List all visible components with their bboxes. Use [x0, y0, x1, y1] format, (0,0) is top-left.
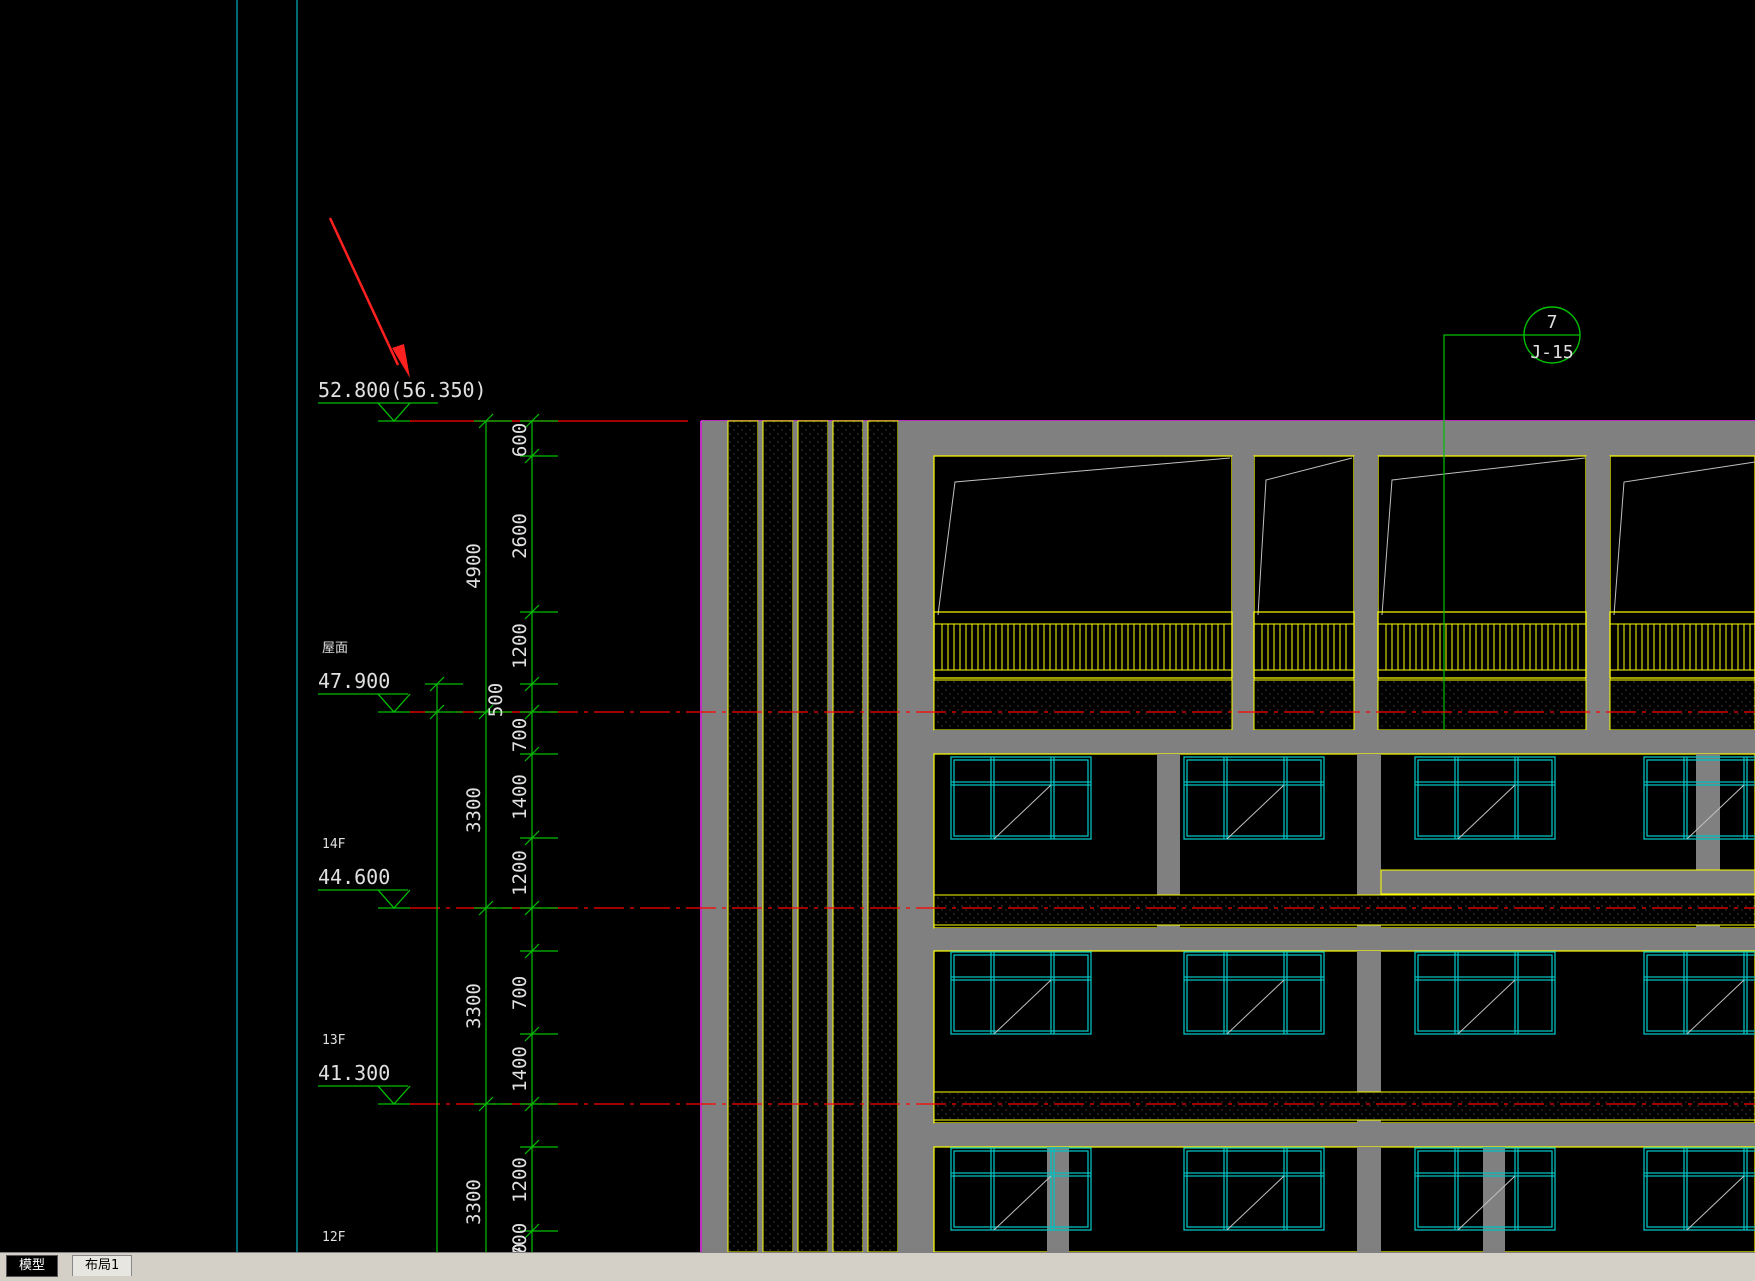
dimension-outer: 3300 — [463, 1179, 485, 1225]
dimension-inner: 1400 — [509, 1046, 531, 1092]
dimension-chains — [425, 413, 558, 1252]
axis-lines — [236, 0, 298, 1252]
floor-label: 13F — [322, 1033, 346, 1048]
cad-drawing-canvas[interactable]: 7 J-15 490033003300330060026001200500700… — [0, 0, 1755, 1252]
dimension-inner: 700 — [509, 976, 531, 1010]
dimension-inner: 1200 — [509, 850, 531, 896]
dimension-inner: 500 — [485, 683, 507, 717]
tab-model[interactable]: 模型 — [6, 1255, 59, 1277]
floor-label: 12F — [322, 1230, 346, 1245]
building-facade — [700, 420, 1755, 1252]
dimension-inner: 1200 — [509, 1157, 531, 1203]
dimension-inner: 700 — [509, 718, 531, 752]
dimension-inner: 2600 — [509, 513, 531, 559]
floor-label: 14F — [322, 837, 346, 852]
axis-bubble-number: 7 — [1547, 312, 1558, 333]
elevation-value: 47.900 — [318, 669, 390, 693]
annotation-arrow — [328, 217, 410, 378]
axis-bubble-sheet: J-15 — [1530, 342, 1573, 363]
dimension-outer: 3300 — [463, 983, 485, 1029]
layout-tab-bar: 模型 布局1 — [0, 1252, 1755, 1281]
dimension-inner: 1200 — [509, 623, 531, 669]
elevation-value: 41.300 — [318, 1061, 390, 1085]
dimension-outer: 4900 — [463, 543, 485, 589]
elevation-value: 44.600 — [318, 865, 390, 889]
dimension-inner: 600 — [509, 423, 531, 457]
dimension-inner: 1400 — [509, 1243, 531, 1252]
dimension-inner: 1400 — [509, 774, 531, 820]
elevation-value: 52.800(56.350) — [318, 378, 487, 402]
floor-label: 屋面 — [322, 641, 348, 656]
tab-layout1[interactable]: 布局1 — [72, 1255, 133, 1276]
dimension-outer: 3300 — [463, 787, 485, 833]
